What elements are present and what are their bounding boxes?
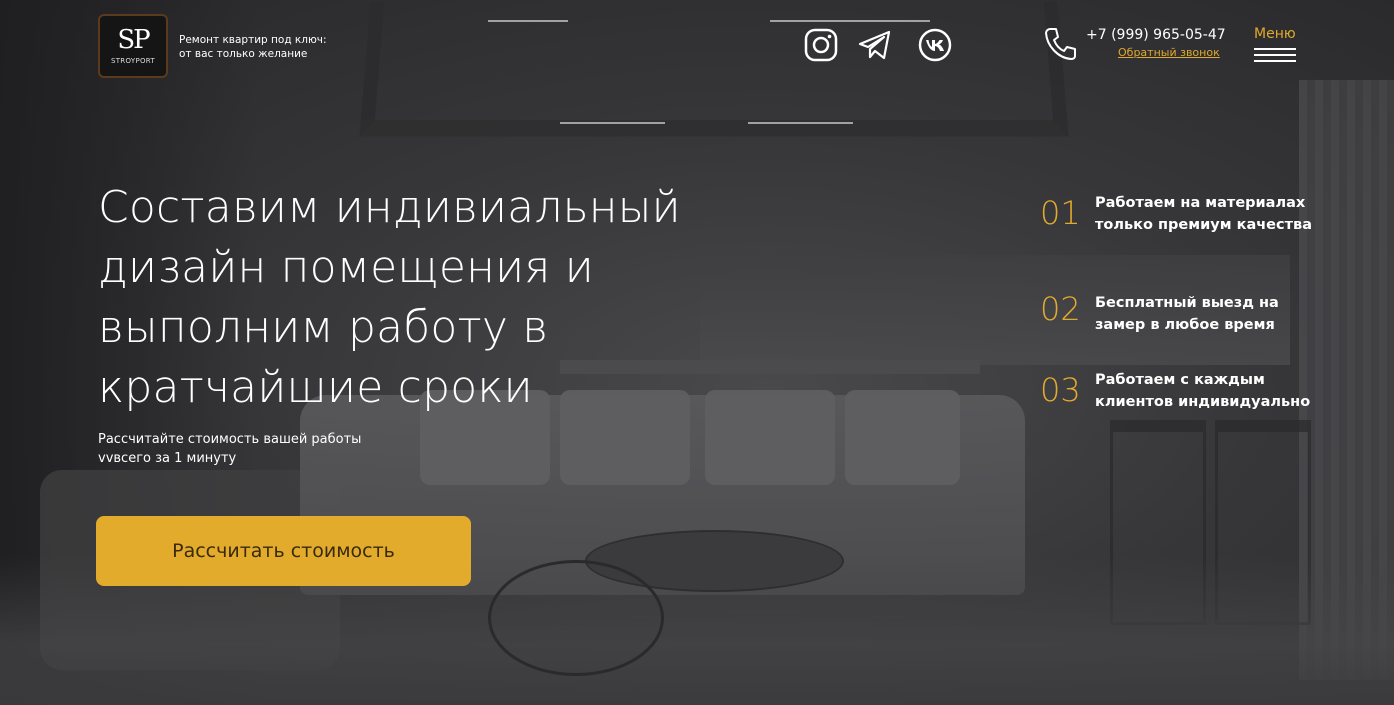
calculate-cost-button[interactable]: Рассчитать стоимость <box>96 516 471 586</box>
background-side-table <box>488 560 664 676</box>
background-light <box>748 122 853 124</box>
background-light <box>488 20 568 22</box>
logo-mark: SP <box>117 25 150 55</box>
hamburger-line <box>1254 54 1296 56</box>
feature-text: Бесплатный выезд на замер в любое время <box>1095 295 1279 333</box>
menu-label: Меню <box>1254 26 1296 42</box>
subtitle: Рассчитайте стоимость вашей работы vvвсе… <box>98 432 362 466</box>
feature-text: Работаем с каждым клиентов индивидуально <box>1095 372 1311 410</box>
instagram-icon[interactable] <box>804 28 838 62</box>
logo-name: STROYPORT <box>110 57 156 65</box>
callback-link[interactable]: Обратный звонок <box>1118 46 1220 59</box>
hamburger-line <box>1254 48 1296 50</box>
menu-button[interactable]: Меню <box>1254 26 1298 62</box>
phone-number[interactable]: +7 (999) 965-05-47 <box>1086 27 1226 43</box>
background-ceiling-fixture <box>359 1 1069 137</box>
feature-number: 03 <box>1040 371 1081 409</box>
feature-text: Работаем на материалах только премиум ка… <box>1095 195 1312 233</box>
background-cushion <box>845 390 960 485</box>
feature-number: 02 <box>1040 290 1081 328</box>
logo[interactable]: SP STROYPORT <box>98 14 168 78</box>
background-light <box>770 20 930 22</box>
telegram-icon[interactable] <box>858 28 892 62</box>
feature-number: 01 <box>1040 194 1081 232</box>
page-title: Составим индивиальный дизайн помещения и… <box>98 182 681 413</box>
phone-icon[interactable] <box>1043 26 1077 62</box>
background-cushion <box>705 390 835 485</box>
hero-section: SP STROYPORT Ремонт квартир под ключ: от… <box>0 0 1394 705</box>
hamburger-line <box>1254 60 1296 62</box>
background-light <box>560 122 665 124</box>
tagline: Ремонт квартир под ключ: от вас только ж… <box>179 34 327 60</box>
vk-icon[interactable] <box>918 28 952 62</box>
